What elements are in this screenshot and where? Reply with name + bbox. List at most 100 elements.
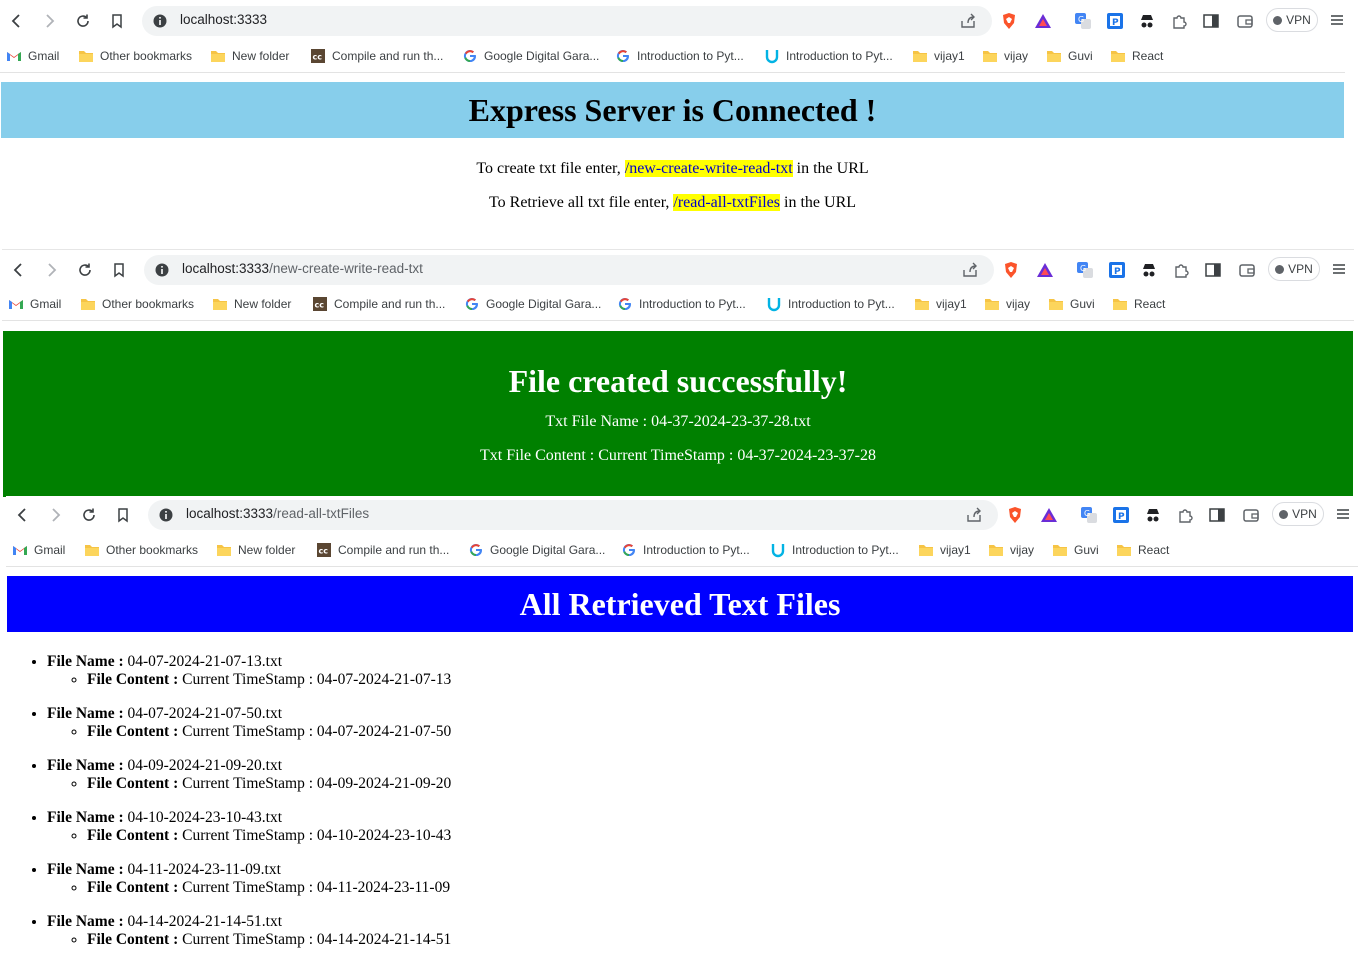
brave-rewards-icon[interactable] [1036, 261, 1054, 279]
bookmarks-bar: Gmail Other bookmarks New folder cc Compile … [6, 534, 1358, 567]
bookmark-item[interactable]: Introduction to Pyt... [621, 541, 750, 559]
extensions-icon[interactable] [1176, 506, 1194, 524]
bookmark-item[interactable]: Gmail [12, 541, 65, 559]
bookmark-item[interactable]: New folder [216, 541, 295, 559]
translate-icon[interactable]: G [1074, 12, 1092, 30]
bookmark-item[interactable]: Introduction to Pyt... [615, 47, 744, 65]
wallet-icon[interactable] [1238, 261, 1256, 279]
incognito-icon[interactable] [1138, 12, 1156, 30]
menu-icon[interactable] [1335, 506, 1351, 522]
share-icon[interactable] [962, 262, 978, 278]
folder-icon [84, 542, 100, 558]
bookmark-item[interactable]: New folder [212, 295, 291, 313]
bookmark-button[interactable] [106, 257, 132, 283]
sidebar-icon[interactable] [1208, 506, 1226, 524]
file-list-item: File Name : 04-11-2024-23-11-09.txtFile … [47, 861, 451, 897]
bookmark-item[interactable]: Introduction to Pyt... [766, 295, 895, 313]
brave-rewards-icon[interactable] [1034, 12, 1052, 30]
file-content-item: File Content : Current TimeStamp : 04-09… [87, 775, 451, 793]
bookmark-item[interactable]: Guvi [1052, 541, 1099, 559]
info-icon[interactable] [154, 262, 170, 278]
bookmark-item[interactable]: Gmail [6, 47, 59, 65]
info-icon[interactable] [158, 507, 174, 523]
menu-icon[interactable] [1329, 12, 1345, 28]
brave-shield-icon[interactable] [1000, 12, 1018, 30]
sidebar-icon[interactable] [1204, 261, 1222, 279]
brave-rewards-icon[interactable] [1040, 506, 1058, 524]
bookmark-item[interactable]: Google Digital Gara... [462, 47, 599, 65]
folder-icon [216, 542, 232, 558]
address-bar[interactable]: localhost:3333/read-all-txtFiles [148, 500, 998, 530]
share-icon[interactable] [960, 13, 976, 29]
bookmarks-bar: Gmail Other bookmarks New folder cc Compile … [0, 40, 1345, 73]
translate-icon[interactable]: G [1076, 261, 1094, 279]
p-extension-icon[interactable]: P [1106, 12, 1124, 30]
bookmark-item[interactable]: Other bookmarks [84, 541, 198, 559]
p-extension-icon[interactable]: P [1112, 506, 1130, 524]
file-content-value: Current TimeStamp : 04-14-2024-21-14-51 [182, 931, 452, 948]
bookmark-item[interactable]: Guvi [1048, 295, 1095, 313]
bookmark-item[interactable]: Gmail [8, 295, 61, 313]
back-button[interactable] [10, 502, 36, 528]
bookmark-item[interactable]: cc Compile and run th... [312, 295, 445, 313]
bookmark-item[interactable]: Introduction to Pyt... [617, 295, 746, 313]
vpn-button[interactable]: VPN [1268, 257, 1320, 281]
bookmark-item[interactable]: React [1112, 295, 1165, 313]
url-text: localhost:3333/new-create-write-read-txt [182, 261, 423, 276]
bookmark-item[interactable]: Other bookmarks [78, 47, 192, 65]
bookmark-item[interactable]: cc Compile and run th... [310, 47, 443, 65]
folder-icon [212, 296, 228, 312]
sidebar-icon[interactable] [1202, 12, 1220, 30]
bookmark-item[interactable]: Introduction to Pyt... [764, 47, 893, 65]
vpn-button[interactable]: VPN [1272, 502, 1324, 526]
forward-button[interactable] [38, 257, 64, 283]
bookmark-item[interactable]: Other bookmarks [80, 295, 194, 313]
back-button[interactable] [4, 8, 30, 34]
address-bar[interactable]: localhost:3333/new-create-write-read-txt [144, 255, 994, 285]
bookmark-item[interactable]: cc Compile and run th... [316, 541, 449, 559]
bookmark-item[interactable]: Guvi [1046, 47, 1093, 65]
bookmark-item[interactable]: Google Digital Gara... [468, 541, 605, 559]
wallet-icon[interactable] [1242, 506, 1260, 524]
bookmark-item[interactable]: vijay1 [912, 47, 965, 65]
bookmark-item[interactable]: vijay [982, 47, 1028, 65]
bookmark-item[interactable]: vijay [984, 295, 1030, 313]
brave-shield-icon[interactable] [1006, 506, 1024, 524]
reload-button[interactable] [72, 257, 98, 283]
bookmark-button[interactable] [110, 502, 136, 528]
bookmark-button[interactable] [104, 8, 130, 34]
bookmark-item[interactable]: New folder [210, 47, 289, 65]
translate-icon[interactable]: G [1080, 506, 1098, 524]
wallet-icon[interactable] [1236, 12, 1254, 30]
extensions-icon[interactable] [1170, 12, 1188, 30]
bookmark-item[interactable]: Google Digital Gara... [464, 295, 601, 313]
cc-icon: cc [312, 296, 328, 312]
bookmark-icon [112, 14, 122, 29]
file-list: File Name : 04-07-2024-21-07-13.txtFile … [0, 653, 451, 965]
vpn-label: VPN [1286, 13, 1311, 27]
extensions-icon[interactable] [1172, 261, 1190, 279]
back-button[interactable] [6, 257, 32, 283]
forward-button[interactable] [36, 8, 62, 34]
bookmark-item[interactable]: vijay1 [914, 295, 967, 313]
bookmark-item[interactable]: vijay [988, 541, 1034, 559]
p-extension-icon[interactable]: P [1108, 261, 1126, 279]
brave-shield-icon[interactable] [1002, 261, 1020, 279]
menu-icon[interactable] [1331, 261, 1347, 277]
bookmark-label: Introduction to Pyt... [788, 297, 895, 311]
incognito-icon[interactable] [1140, 261, 1158, 279]
svg-text:G: G [1080, 264, 1086, 273]
forward-button[interactable] [42, 502, 68, 528]
address-bar[interactable]: localhost:3333 [142, 6, 992, 36]
incognito-icon[interactable] [1144, 506, 1162, 524]
bookmark-item[interactable]: React [1110, 47, 1163, 65]
reload-button[interactable] [76, 502, 102, 528]
bookmark-item[interactable]: vijay1 [918, 541, 971, 559]
bookmark-item[interactable]: React [1116, 541, 1169, 559]
vpn-button[interactable]: VPN [1266, 8, 1318, 32]
info-icon[interactable] [152, 13, 168, 29]
reload-button[interactable] [70, 8, 96, 34]
bookmark-item[interactable]: Introduction to Pyt... [770, 541, 899, 559]
share-icon[interactable] [966, 507, 982, 523]
bookmark-label: Gmail [28, 49, 60, 63]
